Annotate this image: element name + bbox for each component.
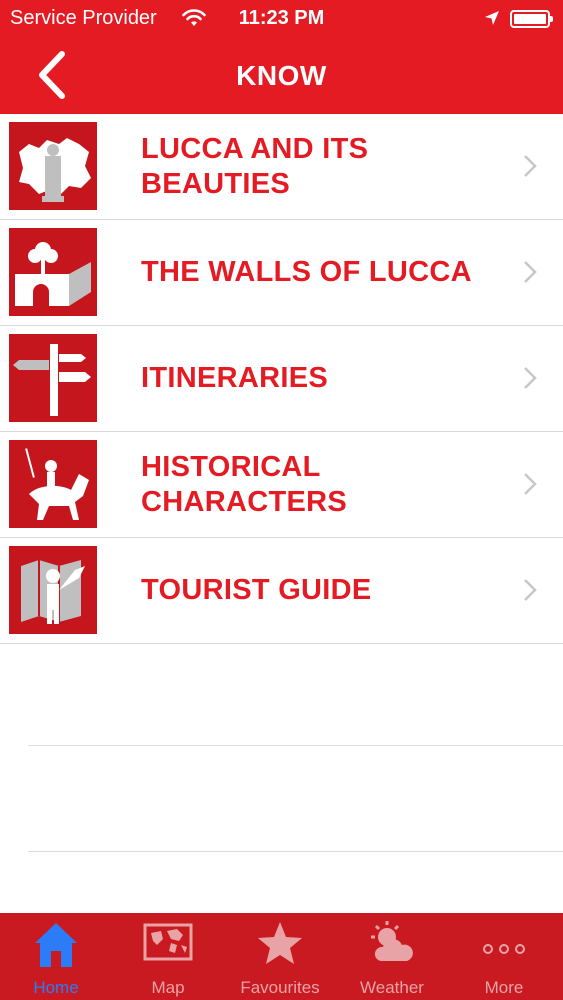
chevron-right-icon [524,367,537,389]
list-item-walls-of-lucca[interactable]: THE WALLS OF LUCCA [0,220,563,326]
menu-list: LUCCA AND ITS BEAUTIES THE WALLS OF LUCC… [0,114,563,644]
tab-bar: Home Map Favourites Weather More [0,913,563,1000]
tab-more[interactable]: More [448,913,560,1000]
home-icon [35,923,77,967]
list-item-label: TOURIST GUIDE [141,574,372,606]
back-button[interactable] [30,48,80,102]
signpost-icon [9,334,97,422]
monuments-icon [9,122,97,210]
list-item-lucca-beauties[interactable]: LUCCA AND ITS BEAUTIES [0,114,563,220]
tourist-map-icon [9,546,97,634]
tab-label: Weather [360,978,424,997]
star-icon [258,922,302,964]
tab-label: More [484,978,524,997]
battery-icon [510,10,553,28]
list-item-historical-characters[interactable]: HISTORICAL CHARACTERS [0,432,563,538]
list-item-tourist-guide[interactable]: TOURIST GUIDE [0,538,563,644]
tab-favourites[interactable]: Favourites [224,913,336,1000]
list-item-label: THE WALLS OF LUCCA [141,256,472,288]
list-item-label: LUCCA AND ITS BEAUTIES [141,132,369,200]
tab-label: Favourites [240,978,320,997]
world-map-icon [143,923,193,961]
chevron-right-icon [524,261,537,283]
tab-map[interactable]: Map [112,913,224,1000]
chevron-right-icon [524,579,537,601]
empty-row-separator [28,745,563,746]
clock: 11:23 PM [238,7,325,29]
page-title: KNOW [236,60,327,91]
tab-label: Map [151,978,185,997]
weather-icon [371,921,413,961]
empty-row-separator [28,851,563,852]
list-item-itineraries[interactable]: ITINERARIES [0,326,563,432]
chevron-right-icon [524,155,537,177]
tab-home[interactable]: Home [0,913,112,1000]
status-bar: Service Provider 11:23 PM [0,0,563,38]
chevron-left-icon [39,51,65,99]
tab-weather[interactable]: Weather [336,913,448,1000]
horseman-icon [9,440,97,528]
list-item-label: HISTORICAL CHARACTERS [141,450,347,518]
location-arrow-icon [485,11,499,25]
list-item-label: ITINERARIES [141,362,328,394]
more-dots-icon [483,944,525,954]
navigation-bar: KNOW [0,38,563,114]
tab-label: Home [33,978,79,997]
city-walls-icon [9,228,97,316]
chevron-right-icon [524,473,537,495]
